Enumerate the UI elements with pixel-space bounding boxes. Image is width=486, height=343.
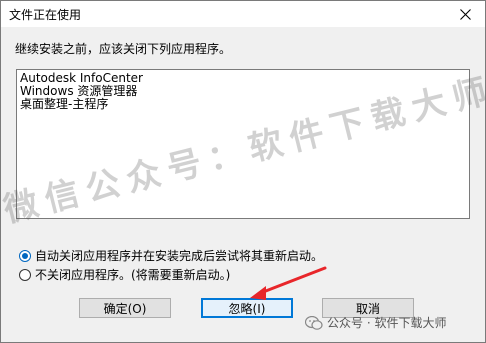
wechat-label: 公众号 · 软件下载大师 — [327, 316, 447, 330]
ignore-button[interactable]: 忽略(I) — [201, 298, 293, 318]
window-title: 文件正在使用 — [9, 8, 82, 22]
title-bar[interactable]: 文件正在使用 — [1, 1, 485, 27]
option-do-not-close[interactable]: 不关闭应用程序。(将需要重新启动。) — [19, 266, 230, 283]
dialog-window: 文件正在使用 继续安装之前，应该关闭下列应用程序。 Autodesk InfoC… — [0, 0, 486, 343]
auto-close-label[interactable]: 自动关闭应用程序并在安装完成后尝试将其重新启动。 — [35, 247, 323, 264]
option-auto-close[interactable]: 自动关闭应用程序并在安装完成后尝试将其重新启动。 — [19, 247, 323, 264]
do-not-close-label[interactable]: 不关闭应用程序。(将需要重新启动。) — [35, 266, 230, 283]
close-icon — [459, 8, 471, 20]
wechat-watermark: 公众号 · 软件下载大师 — [305, 314, 446, 331]
wechat-icon — [305, 315, 323, 330]
application-listbox[interactable]: Autodesk InfoCenter Windows 资源管理器 桌面整理-主… — [16, 69, 470, 219]
instruction-message: 继续安装之前，应该关闭下列应用程序。 — [15, 42, 232, 56]
do-not-close-radio[interactable] — [19, 268, 31, 281]
auto-close-radio[interactable] — [19, 249, 31, 262]
ok-button[interactable]: 确定(O) — [79, 298, 171, 318]
close-button[interactable] — [445, 1, 485, 27]
list-item[interactable]: 桌面整理-主程序 — [20, 98, 466, 111]
